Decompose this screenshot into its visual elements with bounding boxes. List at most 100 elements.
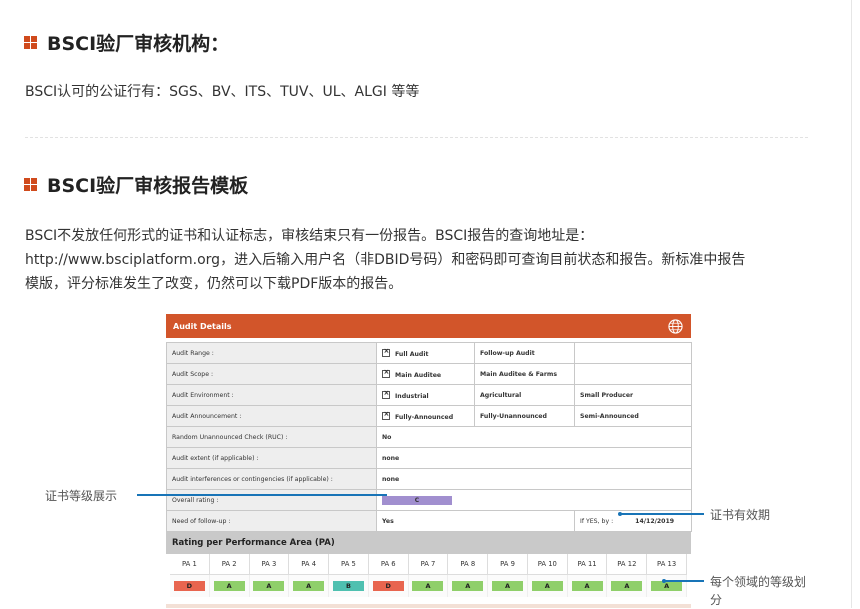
table-row: Audit Announcement : Fully-Announced Ful… bbox=[166, 405, 692, 427]
report-description-line: http://www.bsciplatform.org，进入后输入用户名（非DB… bbox=[25, 252, 746, 268]
row-value: C bbox=[376, 489, 692, 511]
pa-title: Rating per Performance Area (PA) bbox=[166, 532, 691, 554]
pa-rating-cell: B bbox=[329, 575, 369, 597]
pa-rating-cell: A bbox=[249, 575, 290, 597]
row-value: Fully-Unannounced bbox=[474, 405, 575, 427]
row-value: Small Producer bbox=[574, 384, 692, 406]
annotation-cert-level: 证书等级展示 bbox=[45, 489, 118, 503]
annotation-dot-validity bbox=[618, 512, 622, 516]
row-value: Semi-Announced bbox=[574, 405, 692, 427]
bullet-squares-icon bbox=[24, 178, 37, 191]
pa-rating-badge: B bbox=[332, 581, 364, 591]
followup-date: 14/12/2019 bbox=[635, 517, 675, 525]
pa-header: PA 6 bbox=[368, 554, 409, 575]
pa-header: PA 2 bbox=[209, 554, 250, 575]
table-row: Audit Environment : Industrial Agricultu… bbox=[166, 384, 692, 406]
pa-header: PA 10 bbox=[527, 554, 568, 575]
checkbox-icon bbox=[382, 389, 390, 399]
audit-report-image: Audit Details Audit Range : Full Audit F… bbox=[166, 314, 692, 608]
pa-rating-cell: A bbox=[289, 575, 330, 597]
pa-header: PA 12 bbox=[607, 554, 648, 575]
ifyes-label: If YES, by : bbox=[580, 517, 614, 525]
cell-text: Main Auditee bbox=[395, 371, 442, 379]
pa-rating-badge: A bbox=[293, 581, 325, 591]
section-divider bbox=[25, 137, 808, 138]
pa-header: PA 13 bbox=[647, 554, 687, 575]
row-value: none bbox=[376, 447, 692, 469]
table-row: Audit Scope : Main Auditee Main Auditee … bbox=[166, 363, 692, 385]
cell-text: Industrial bbox=[395, 392, 429, 400]
annotation-line: 分 bbox=[710, 593, 723, 607]
pa-rating-cell: A bbox=[567, 575, 608, 597]
report-description-line: BSCI不发放任何形式的证书和认证标志，审核结束只有一份报告。BSCI报告的查询… bbox=[25, 228, 594, 244]
row-label: Audit Range : bbox=[166, 342, 377, 364]
checkbox-icon bbox=[382, 347, 390, 357]
annotation-validity: 证书有效期 bbox=[710, 508, 771, 522]
heading-text: BSCI验厂审核机构： bbox=[47, 33, 230, 55]
pa-rating-badge: D bbox=[173, 581, 205, 591]
pa-header: PA 9 bbox=[488, 554, 528, 575]
row-value: Agricultural bbox=[474, 384, 575, 406]
row-value: Main Auditee & Farms bbox=[474, 363, 575, 385]
audit-bodies-text: BSCI认可的公证行有：SGS、BV、ITS、TUV、UL、ALGI 等等 bbox=[25, 84, 420, 100]
table-row: Overall rating : C bbox=[166, 489, 692, 511]
row-label: Overall rating : bbox=[166, 489, 377, 511]
pa-rating-badge: A bbox=[452, 581, 484, 591]
row-value: Yes bbox=[376, 510, 575, 532]
annotation-line-cert-level bbox=[137, 494, 387, 496]
row-label: Audit Scope : bbox=[166, 363, 377, 385]
pa-rating-badge: A bbox=[531, 581, 563, 591]
row-value bbox=[574, 363, 692, 385]
pa-grid: PA 1 PA 2 PA 3 PA 4 PA 5 PA 6 PA 7 PA 8 PA 9 PA 1… bbox=[170, 554, 687, 597]
pa-header: PA 11 bbox=[567, 554, 608, 575]
cell-text: Full Audit bbox=[395, 350, 429, 358]
pa-rating-cell: D bbox=[368, 575, 409, 597]
row-value: Main Auditee bbox=[376, 363, 475, 385]
performance-area-panel: Rating per Performance Area (PA) PA 1 PA … bbox=[166, 532, 691, 602]
table-row: Audit interferences or contingencies (if… bbox=[166, 468, 692, 490]
annotation-line-area-rating bbox=[664, 580, 704, 582]
audit-details-table: Audit Range : Full Audit Follow-up Audit… bbox=[166, 342, 692, 532]
annotation-line: 每个领域的等级划 bbox=[710, 575, 807, 589]
table-row: Need of follow-up : Yes If YES, by : 14/… bbox=[166, 510, 692, 532]
pa-rating-badge: A bbox=[253, 581, 285, 591]
pa-rating-cell: A bbox=[448, 575, 489, 597]
report-description: BSCI不发放任何形式的证书和认证标志，审核结束只有一份报告。BSCI报告的查询… bbox=[25, 224, 745, 296]
checkbox-icon bbox=[382, 368, 390, 378]
row-label: Need of follow-up : bbox=[166, 510, 377, 532]
pa-rating-cell: A bbox=[607, 575, 648, 597]
pa-header: PA 4 bbox=[289, 554, 330, 575]
row-value: Follow-up Audit bbox=[474, 342, 575, 364]
pa-rating-badge: D bbox=[372, 581, 404, 591]
row-label: Audit Environment : bbox=[166, 384, 377, 406]
heading-text: BSCI验厂审核报告模板 bbox=[47, 175, 249, 197]
checkbox-icon bbox=[382, 410, 390, 420]
row-label: Random Unannounced Check (RUC) : bbox=[166, 426, 377, 448]
pa-rating-cell: A bbox=[408, 575, 449, 597]
pa-rating-badge: A bbox=[492, 581, 524, 591]
row-label: Audit interferences or contingencies (if… bbox=[166, 468, 377, 490]
pa-rating-badge: A bbox=[651, 581, 683, 591]
annotation-line-validity bbox=[620, 513, 704, 515]
section-heading-report-template: BSCI验厂审核报告模板 bbox=[24, 171, 248, 198]
bottom-strip bbox=[166, 604, 691, 608]
audit-details-header: Audit Details bbox=[166, 314, 691, 338]
row-value: Fully-Announced bbox=[376, 405, 475, 427]
pa-rating-badge: A bbox=[571, 581, 603, 591]
report-description-line: 模版，评分标准发生了改变，仍然可以下载PDF版本的报告。 bbox=[25, 276, 403, 292]
table-row: Audit extent (if applicable) : none bbox=[166, 447, 692, 469]
section-heading-audit-bodies: BSCI验厂审核机构： bbox=[24, 29, 229, 56]
bullet-squares-icon bbox=[24, 36, 37, 49]
pa-rating-badge: A bbox=[213, 581, 245, 591]
pa-header: PA 8 bbox=[448, 554, 489, 575]
pa-header: PA 1 bbox=[170, 554, 210, 575]
row-value: none bbox=[376, 468, 692, 490]
audit-details-title: Audit Details bbox=[173, 321, 232, 331]
row-value: Industrial bbox=[376, 384, 475, 406]
annotation-dot-area-rating bbox=[662, 579, 666, 583]
pa-rating-cell: A bbox=[647, 575, 687, 597]
row-value: No bbox=[376, 426, 692, 448]
table-row: Random Unannounced Check (RUC) : No bbox=[166, 426, 692, 448]
table-row: Audit Range : Full Audit Follow-up Audit bbox=[166, 342, 692, 364]
pa-rating-cell: D bbox=[170, 575, 210, 597]
